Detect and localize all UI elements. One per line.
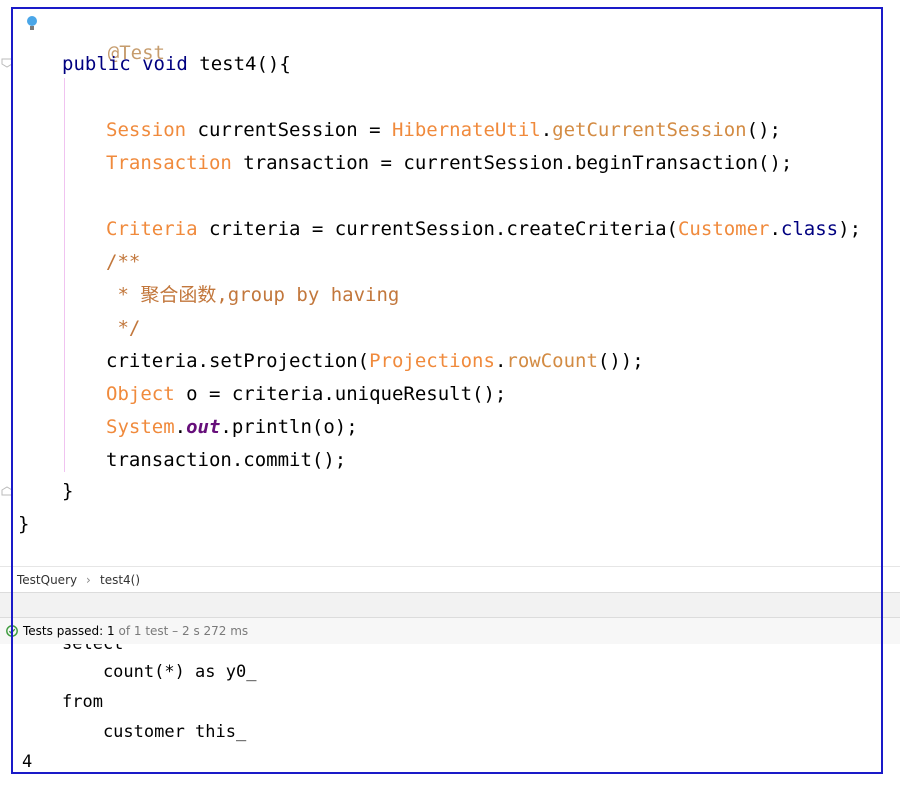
code-line: public void test4(){ <box>62 53 291 75</box>
console-line: from <box>62 692 103 712</box>
breadcrumb-method[interactable]: test4() <box>100 573 140 587</box>
code-comment: */ <box>106 317 141 339</box>
code-editor[interactable]: @Test public void test4(){ Session curre… <box>0 0 900 566</box>
code-comment: /** <box>106 251 141 273</box>
console-line: select <box>62 644 124 654</box>
code-line: Criteria criteria = currentSession.creat… <box>106 218 862 240</box>
code-line: } <box>62 480 74 502</box>
code-line: } <box>18 513 30 535</box>
console-output[interactable]: select count(*) as y0_ from customer thi… <box>0 644 900 788</box>
console-line: count(*) as y0_ <box>62 662 257 682</box>
test-status-bar: Tests passed: 1 of 1 test – 2 s 272 ms <box>0 617 900 645</box>
console-line: 4 <box>22 752 33 772</box>
panel-divider[interactable] <box>0 592 900 618</box>
code-line: criteria.setProjection(Projections.rowCo… <box>106 350 644 372</box>
lightbulb-icon[interactable] <box>25 14 39 34</box>
tests-passed-label: Tests passed: 1 <box>23 624 115 638</box>
breadcrumb-class[interactable]: TestQuery <box>17 573 77 587</box>
tests-summary: of 1 test – 2 s 272 ms <box>114 624 249 638</box>
code-line: Session currentSession = HibernateUtil.g… <box>106 119 781 141</box>
fold-marker-icon[interactable] <box>1 58 13 68</box>
breadcrumb-separator: › <box>86 573 91 587</box>
code-line: transaction.commit(); <box>106 449 347 471</box>
code-line: System.out.println(o); <box>106 416 358 438</box>
console-line: customer this_ <box>62 722 247 742</box>
breadcrumb: TestQuery › test4() <box>0 566 900 592</box>
fold-marker-icon[interactable] <box>1 486 13 496</box>
code-line: Transaction transaction = currentSession… <box>106 152 793 174</box>
code-comment: * 聚合函数,group by having <box>106 284 400 306</box>
code-line: Object o = criteria.uniqueResult(); <box>106 383 507 405</box>
indent-guide <box>64 78 65 472</box>
check-circle-icon <box>6 625 18 637</box>
